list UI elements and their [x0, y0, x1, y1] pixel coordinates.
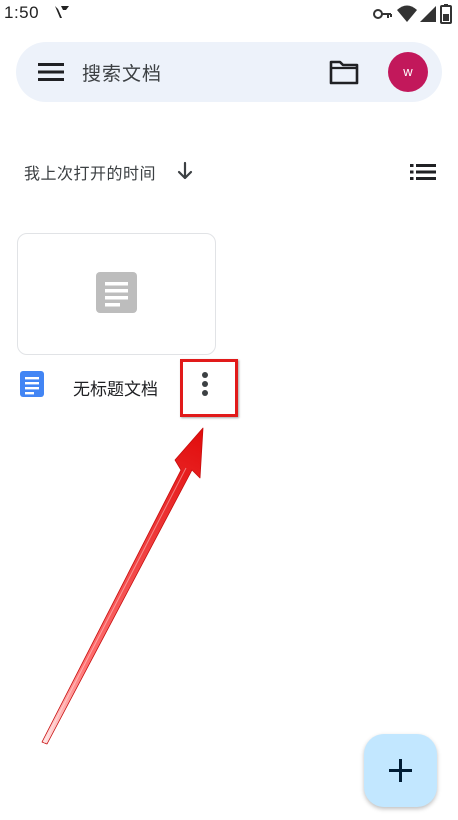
- new-document-button[interactable]: [364, 734, 437, 807]
- search-bar[interactable]: 搜索文档 w: [16, 42, 442, 102]
- sort-label[interactable]: 我上次打开的时间: [24, 160, 156, 184]
- signal-icon: [418, 4, 438, 28]
- carrier-icon: [55, 6, 69, 18]
- list-view-icon[interactable]: [410, 162, 436, 182]
- avatar[interactable]: w: [388, 52, 428, 92]
- wifi-icon: [396, 4, 418, 28]
- menu-icon[interactable]: [38, 62, 64, 82]
- folder-icon[interactable]: [329, 58, 359, 86]
- google-docs-icon: [20, 371, 44, 397]
- battery-icon: [440, 4, 452, 28]
- status-bar: 1:50: [0, 0, 458, 30]
- document-title[interactable]: 无标题文档: [73, 375, 158, 400]
- status-time: 1:50: [4, 3, 40, 22]
- vpn-key-icon: [372, 4, 392, 28]
- annotation-highlight-box: [180, 359, 238, 417]
- document-thumbnail[interactable]: [17, 233, 216, 355]
- arrow-down-icon[interactable]: [176, 160, 194, 182]
- plus-icon[interactable]: [389, 759, 412, 782]
- document-preview-icon: [96, 272, 137, 313]
- search-input[interactable]: 搜索文档: [82, 59, 162, 86]
